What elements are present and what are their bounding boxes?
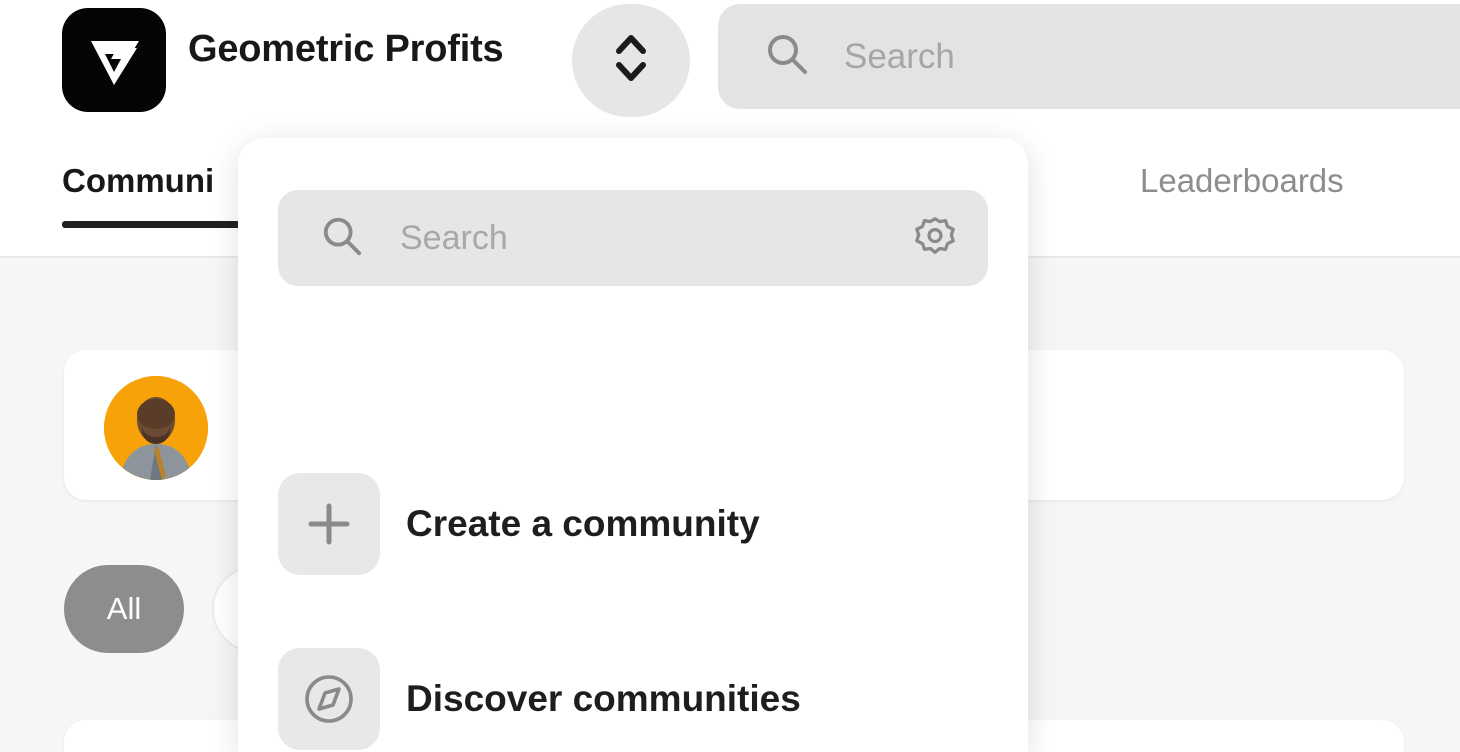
dropdown-item-discover-communities[interactable]: Discover communities [238, 643, 1028, 752]
plus-icon [278, 473, 380, 575]
global-search-bar[interactable]: Search [718, 4, 1460, 109]
geometric-profits-logo-icon[interactable] [62, 8, 166, 112]
compass-icon [278, 648, 380, 750]
dropdown-search-placeholder: Search [400, 219, 912, 258]
filter-chip-all[interactable]: All [64, 565, 184, 653]
page-title: Geometric Profits [188, 28, 503, 71]
search-icon [764, 31, 810, 82]
dropdown-item-create-community[interactable]: Create a community [238, 468, 1028, 580]
dropdown-item-label: Discover communities [406, 678, 801, 720]
community-switcher-dropdown: Search Create a community [238, 138, 1028, 752]
search-icon [320, 214, 364, 263]
dropdown-item-label: Create a community [406, 503, 760, 545]
gear-icon[interactable] [912, 213, 958, 264]
app-root: Geometric Profits Search Communi rs [0, 0, 1460, 752]
chevron-up-down-icon [610, 27, 652, 94]
tab-leaderboards[interactable]: Leaderboards [1140, 162, 1344, 228]
global-search-placeholder: Search [844, 37, 955, 77]
user-avatar[interactable] [104, 376, 208, 480]
app-header: Geometric Profits Search [0, 0, 1460, 148]
dropdown-search-field[interactable]: Search [278, 190, 988, 286]
community-switcher-button[interactable] [572, 4, 690, 117]
